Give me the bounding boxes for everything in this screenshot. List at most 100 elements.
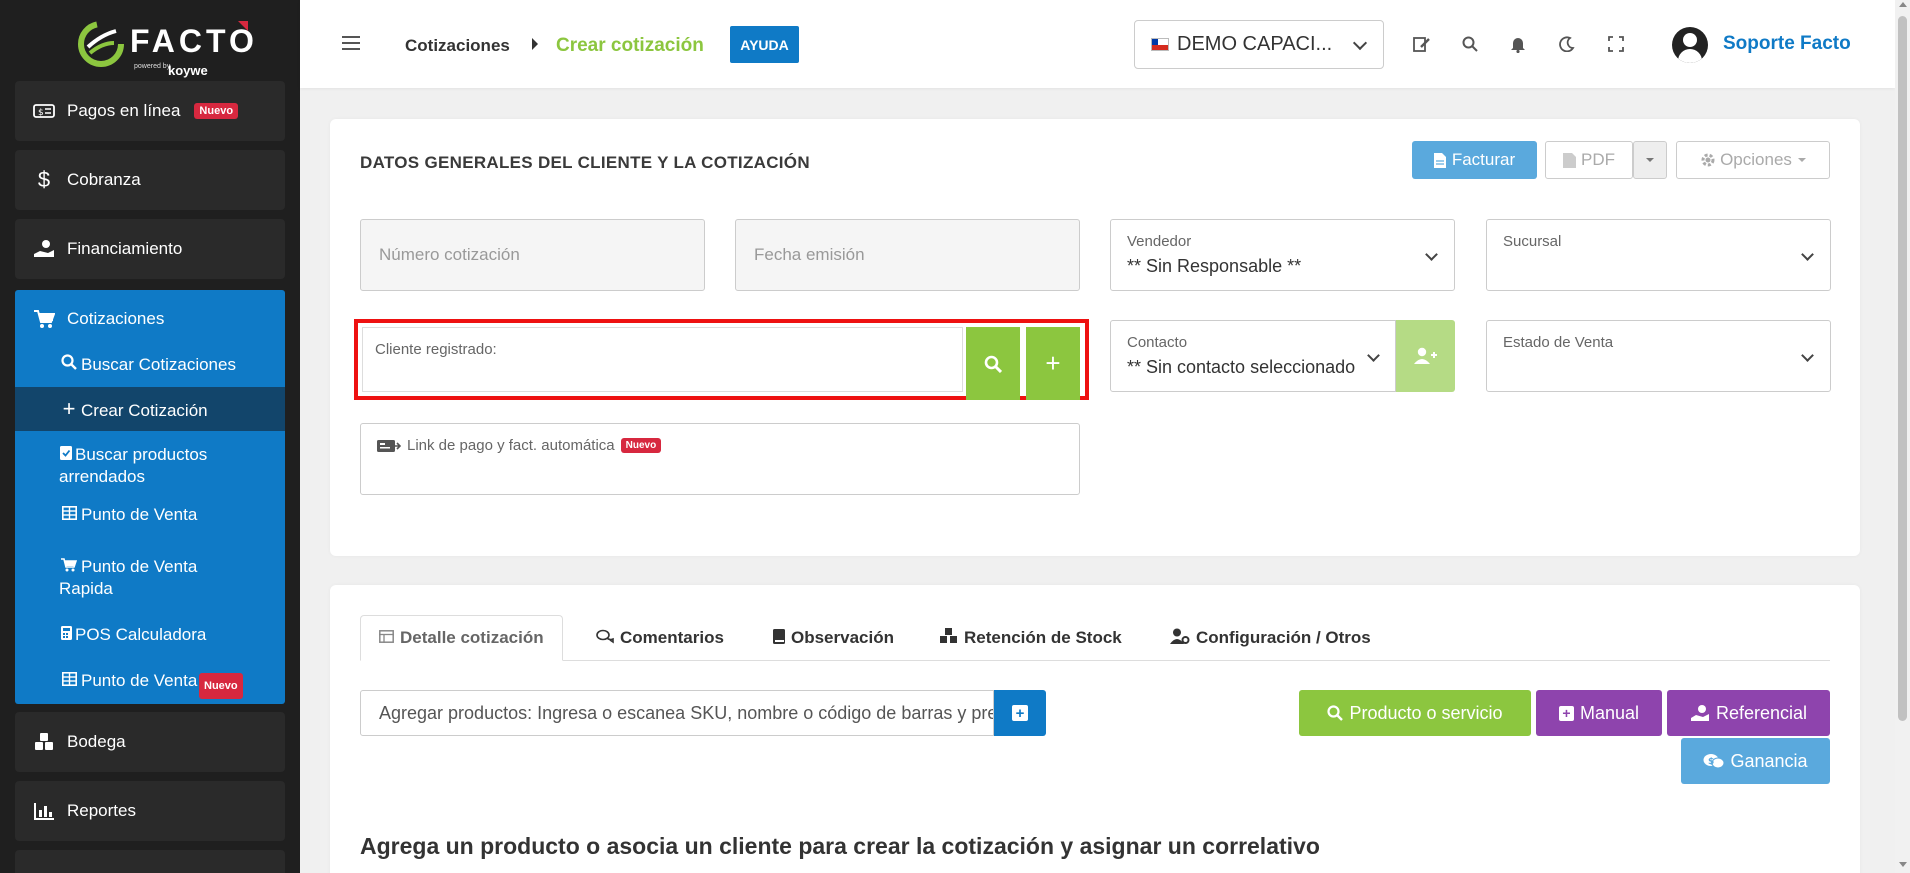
link-pago-label-wrap: Link de pago y fact. automática Nuevo (377, 437, 662, 454)
menu-toggle-icon[interactable] (342, 36, 360, 50)
help-button[interactable]: AYUDA (730, 26, 799, 63)
cubes-icon (940, 628, 958, 648)
sidebar-sub-punto-venta[interactable]: Punto de Venta (15, 504, 285, 530)
tab-observacion[interactable]: Observación (773, 615, 894, 661)
empty-state-message: Agrega un producto o asocia un cliente p… (360, 833, 1320, 859)
fecha-emision-input[interactable]: Fecha emisión (735, 219, 1080, 291)
tab-comentarios[interactable]: Comentarios (596, 615, 724, 661)
book-icon (773, 628, 785, 648)
sidebar-item-bodega[interactable]: Bodega (15, 712, 285, 772)
search-client-button[interactable] (966, 327, 1020, 400)
scroll-up-icon[interactable] (1899, 2, 1907, 7)
sidebar-sub-label: Punto de Venta (81, 671, 198, 690)
brand-sub: koywe (168, 63, 208, 78)
vendedor-select[interactable]: Vendedor ** Sin Responsable ** (1110, 219, 1455, 291)
link-pago-label: Link de pago y fact. automática (407, 437, 615, 454)
sidebar-group-cotizaciones: Cotizaciones Buscar Cotizaciones + Crear … (15, 290, 285, 704)
tab-configuracion[interactable]: Configuración / Otros (1170, 615, 1371, 661)
cliente-input[interactable]: Cliente registrado: (362, 327, 963, 392)
detail-card: Detalle cotización Comentarios Observaci… (330, 585, 1860, 873)
chevron-down-icon (1801, 349, 1814, 362)
plus-icon: + (1045, 348, 1061, 378)
sidebar-item-cobranza[interactable]: $ Cobranza (15, 150, 285, 210)
gear-icon (1701, 153, 1715, 167)
hand-coin-icon (1690, 705, 1709, 721)
facturar-button[interactable]: Facturar (1412, 141, 1537, 179)
add-products-input[interactable]: Agregar productos: Ingresa o escanea SKU… (360, 690, 994, 736)
ganancia-button[interactable]: $ Ganancia (1681, 738, 1830, 784)
pdf-dropdown-toggle[interactable] (1633, 141, 1667, 179)
chile-flag-icon (1151, 38, 1169, 51)
search-icon[interactable] (1460, 34, 1480, 54)
bar-chart-icon (31, 802, 57, 820)
search-icon (984, 355, 1002, 373)
breadcrumb-cotizaciones[interactable]: Cotizaciones (405, 36, 510, 56)
company-select[interactable]: DEMO CAPACI... (1134, 20, 1384, 69)
facturar-label: Facturar (1451, 150, 1516, 169)
sucursal-select[interactable]: Sucursal (1486, 219, 1831, 291)
chevron-down-icon (1352, 35, 1368, 51)
opciones-button[interactable]: Opciones (1676, 141, 1830, 179)
scroll-down-icon[interactable] (1899, 862, 1907, 867)
brand-powered: powered by (134, 63, 171, 70)
sidebar-sub-productos-arrendados[interactable]: Buscar productos arrendados (15, 444, 285, 490)
manual-label: Manual (1579, 702, 1640, 723)
caret-down-icon (1646, 158, 1654, 162)
bell-icon[interactable] (1508, 34, 1528, 54)
referencial-label: Referencial (1715, 702, 1808, 723)
sidebar-item-more[interactable] (15, 850, 285, 873)
brand-logo[interactable]: FACTO powered by koywe (0, 0, 300, 88)
dollar-icon: $ (37, 167, 51, 192)
add-product-button[interactable]: + (994, 690, 1046, 736)
producto-servicio-label: Producto o servicio (1349, 702, 1503, 723)
edit-document-icon[interactable] (1412, 34, 1432, 54)
sidebar-sub-label: Buscar productos arrendados (59, 445, 208, 486)
sidebar-sub-label: Punto de Venta (81, 505, 198, 524)
sidebar-item-pagos[interactable]: $ Pagos en línea Nuevo (15, 81, 285, 141)
svg-text:$: $ (38, 108, 44, 118)
fullscreen-icon[interactable] (1606, 34, 1626, 54)
svg-text:$: $ (1708, 757, 1714, 767)
avatar[interactable] (1672, 27, 1708, 63)
cliente-highlight: Cliente registrado: + (354, 319, 1089, 400)
search-icon (59, 354, 79, 376)
sidebar-item-cotizaciones[interactable]: Cotizaciones (15, 290, 285, 348)
contacto-label: Contacto (1127, 334, 1188, 351)
sidebar-item-label: Bodega (67, 732, 126, 751)
manual-button[interactable]: + Manual (1536, 690, 1662, 736)
sidebar-sub-buscar-cotizaciones[interactable]: Buscar Cotizaciones (15, 354, 285, 384)
producto-servicio-button[interactable]: Producto o servicio (1299, 690, 1531, 736)
sidebar-item-label: Cobranza (67, 170, 141, 189)
sidebar-sub-punto-venta-rapida[interactable]: Punto de Venta Rapida (15, 556, 285, 602)
scroll-thumb[interactable] (1898, 16, 1907, 721)
caret-down-icon (1797, 158, 1806, 162)
pdf-label: PDF (1581, 150, 1615, 169)
vendedor-label: Vendedor (1127, 233, 1192, 250)
contacto-select[interactable]: Contacto ** Sin contacto seleccionado ** (1110, 320, 1396, 392)
sidebar-sub-pos-calculadora[interactable]: POS Calculadora (15, 624, 285, 650)
page-scrollbar[interactable] (1895, 0, 1910, 873)
sidebar-item-reportes[interactable]: Reportes (15, 781, 285, 841)
sidebar-item-label: Cotizaciones (67, 309, 165, 328)
estado-venta-select[interactable]: Estado de Venta (1486, 320, 1831, 392)
referencial-button[interactable]: Referencial (1667, 690, 1830, 736)
plus-icon: + (62, 396, 76, 421)
add-contact-button[interactable] (1396, 320, 1455, 392)
numero-cotizacion-input[interactable]: Número cotización (360, 219, 705, 291)
hand-coin-icon (31, 239, 57, 259)
boxes-icon (31, 732, 57, 752)
add-client-button[interactable]: + (1026, 327, 1080, 400)
sidebar-sub-crear-cotizacion[interactable]: + Crear Cotización (15, 387, 285, 431)
grid-icon (59, 670, 79, 692)
moon-icon[interactable] (1557, 34, 1577, 54)
logo-accent-icon (238, 21, 248, 31)
user-name[interactable]: Soporte Facto (1723, 33, 1851, 55)
sidebar-item-label: Financiamiento (67, 239, 183, 258)
sidebar-item-financiamiento[interactable]: Financiamiento (15, 219, 285, 279)
link-pago-field[interactable]: Link de pago y fact. automática Nuevo (360, 423, 1080, 495)
sidebar-sub-label: POS Calculadora (75, 625, 207, 644)
tab-retencion-stock[interactable]: Retención de Stock (940, 615, 1122, 661)
pdf-button[interactable]: PDF (1545, 141, 1633, 179)
sidebar-sub-punto-venta-nuevo[interactable]: Punto de Venta Nuevo (15, 670, 285, 699)
tab-detalle[interactable]: Detalle cotización (360, 615, 563, 661)
